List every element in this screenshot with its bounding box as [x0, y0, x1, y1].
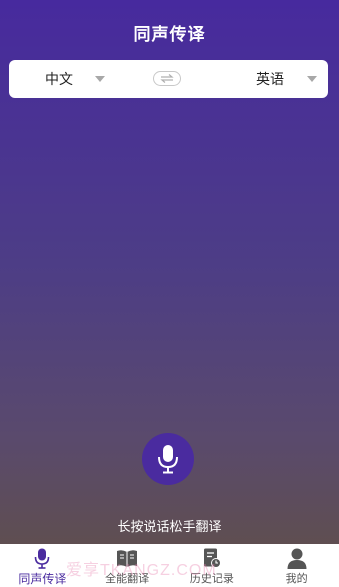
- tab-mine[interactable]: 我的: [254, 544, 339, 587]
- bottom-tab-bar: 同声传译 全能翻译 历史记录 我的: [0, 544, 339, 587]
- book-icon: [117, 549, 138, 567]
- history-document-icon: [203, 548, 221, 568]
- tab-label: 我的: [285, 573, 308, 585]
- microphone-icon: [158, 445, 178, 474]
- simultaneous-interpretation-screen: 同声传译 中文 英语 长按说话松手翻译 同声传译 全能翻译 历史记录 我的 爱享…: [0, 0, 339, 587]
- tab-label: 历史记录: [189, 573, 234, 585]
- tab-history[interactable]: 历史记录: [170, 544, 255, 587]
- microphone-icon: [35, 548, 50, 569]
- tab-all-translation[interactable]: 全能翻译: [85, 544, 170, 587]
- person-icon: [287, 548, 307, 569]
- page-title: 同声传译: [133, 25, 206, 44]
- hold-to-talk-button[interactable]: [142, 433, 194, 485]
- target-language-select[interactable]: 英语: [256, 60, 284, 98]
- tab-label: 同声传译: [18, 572, 67, 586]
- tab-simultaneous-interpretation[interactable]: 同声传译: [0, 544, 85, 587]
- swap-icon: [160, 74, 174, 83]
- target-language-chevron-down-icon[interactable]: [307, 76, 317, 82]
- source-language-select[interactable]: 中文: [45, 60, 73, 98]
- swap-languages-button[interactable]: [153, 71, 181, 86]
- hold-to-talk-hint: 长按说话松手翻译: [117, 519, 222, 534]
- source-language-chevron-down-icon[interactable]: [95, 76, 105, 82]
- tab-label: 全能翻译: [105, 573, 150, 585]
- language-selector-bar: 中文 英语: [9, 60, 328, 98]
